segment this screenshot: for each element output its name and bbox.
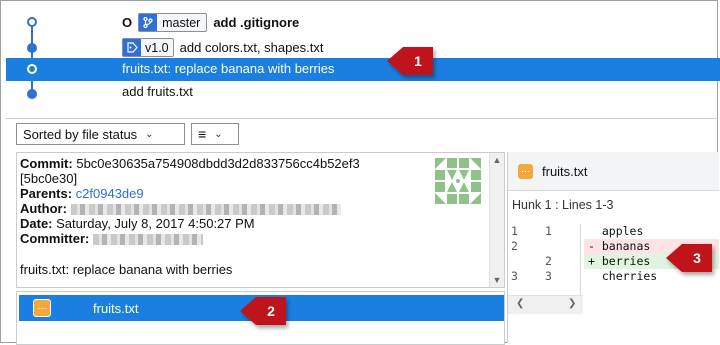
commit-details-panel: Commit: 5bc0e30635a754908dbdd3d2d833756c… bbox=[16, 152, 505, 288]
tag-name: v1.0 bbox=[145, 40, 169, 55]
commit-row-selected[interactable]: fruits.txt: replace banana with berries bbox=[6, 58, 720, 81]
diff-line: 1 1 apples bbox=[511, 224, 644, 238]
commit-hash: 5bc0e30635a754908dbdd3d2d833756cc4b52ef3 bbox=[76, 156, 360, 171]
hunk-header: Hunk 1 : Lines 1-3 bbox=[512, 198, 614, 212]
committer-redacted bbox=[92, 234, 203, 246]
view-mode-dropdown[interactable]: ≡ ⌄ bbox=[191, 123, 239, 145]
diff-header: ⋯ fruits.txt bbox=[508, 152, 719, 191]
panel-divider bbox=[6, 118, 718, 119]
diff-file-name: fruits.txt bbox=[542, 163, 588, 179]
commit-details-text: Commit: 5bc0e30635a754908dbdd3d2d833756c… bbox=[20, 156, 430, 277]
commit-row[interactable]: v1.0 add colors.txt, shapes.txt bbox=[6, 35, 720, 58]
file-toolbar: Sorted by file status ⌄ ≡ ⌄ bbox=[16, 123, 239, 145]
scroll-left-icon[interactable]: ❮ bbox=[516, 298, 524, 309]
parents-label: Parents: bbox=[20, 186, 73, 201]
head-indicator: O bbox=[122, 15, 133, 30]
scroll-down-icon[interactable]: ▼ bbox=[490, 273, 504, 287]
chevron-down-icon: ⌄ bbox=[145, 128, 154, 140]
date-label: Date: bbox=[20, 216, 53, 231]
list-icon: ≡ bbox=[198, 126, 207, 142]
sort-dropdown-label: Sorted by file status bbox=[23, 126, 138, 142]
commit-row[interactable]: add fruits.txt bbox=[6, 81, 720, 104]
commit-label: Commit: bbox=[20, 156, 73, 171]
author-redacted bbox=[70, 204, 341, 216]
commit-graph: O master add .gitignore v1.0 add colors.… bbox=[6, 6, 720, 119]
chevron-down-icon: ⌄ bbox=[214, 128, 223, 140]
commit-message: add colors.txt, shapes.txt bbox=[179, 40, 324, 55]
avatar bbox=[435, 158, 481, 204]
date-value: Saturday, July 8, 2017 4:50:27 PM bbox=[56, 216, 255, 231]
commit-short-hash: [5bc0e30] bbox=[20, 171, 78, 186]
file-name: fruits.txt bbox=[93, 300, 139, 316]
tag-icon bbox=[123, 39, 141, 56]
scroll-up-icon[interactable]: ▲ bbox=[490, 153, 504, 167]
commit-message: add .gitignore bbox=[213, 15, 300, 30]
branch-icon bbox=[139, 14, 158, 31]
commit-node bbox=[27, 17, 37, 27]
callout-1: 1 bbox=[387, 47, 433, 75]
details-scrollbar[interactable]: ▲ ▼ bbox=[489, 153, 504, 287]
committer-label: Committer: bbox=[20, 231, 90, 246]
tag-label[interactable]: v1.0 bbox=[122, 38, 174, 57]
author-label: Author: bbox=[20, 201, 67, 216]
commit-row[interactable]: O master add .gitignore bbox=[6, 10, 720, 33]
commit-node bbox=[27, 89, 37, 99]
scroll-right-icon[interactable]: ❯ bbox=[568, 298, 576, 309]
modified-file-icon: ⋯ bbox=[518, 163, 533, 179]
sort-dropdown[interactable]: Sorted by file status ⌄ bbox=[16, 123, 185, 145]
callout-3: 3 bbox=[666, 244, 712, 272]
commit-message: fruits.txt: replace banana with berries bbox=[122, 61, 335, 76]
modified-file-icon: ⋯ bbox=[33, 299, 51, 317]
branch-name: master bbox=[162, 15, 201, 30]
callout-2: 2 bbox=[240, 297, 286, 325]
commit-node bbox=[27, 43, 37, 53]
commit-full-message: fruits.txt: replace banana with berries bbox=[20, 262, 233, 277]
commit-node bbox=[27, 64, 37, 74]
diff-horizontal-scrollbar[interactable]: ❮ ❯ bbox=[508, 295, 583, 314]
parent-link[interactable]: c2f0943de9 bbox=[76, 186, 144, 201]
commit-message: add fruits.txt bbox=[122, 84, 193, 99]
branch-label[interactable]: master bbox=[138, 13, 208, 32]
